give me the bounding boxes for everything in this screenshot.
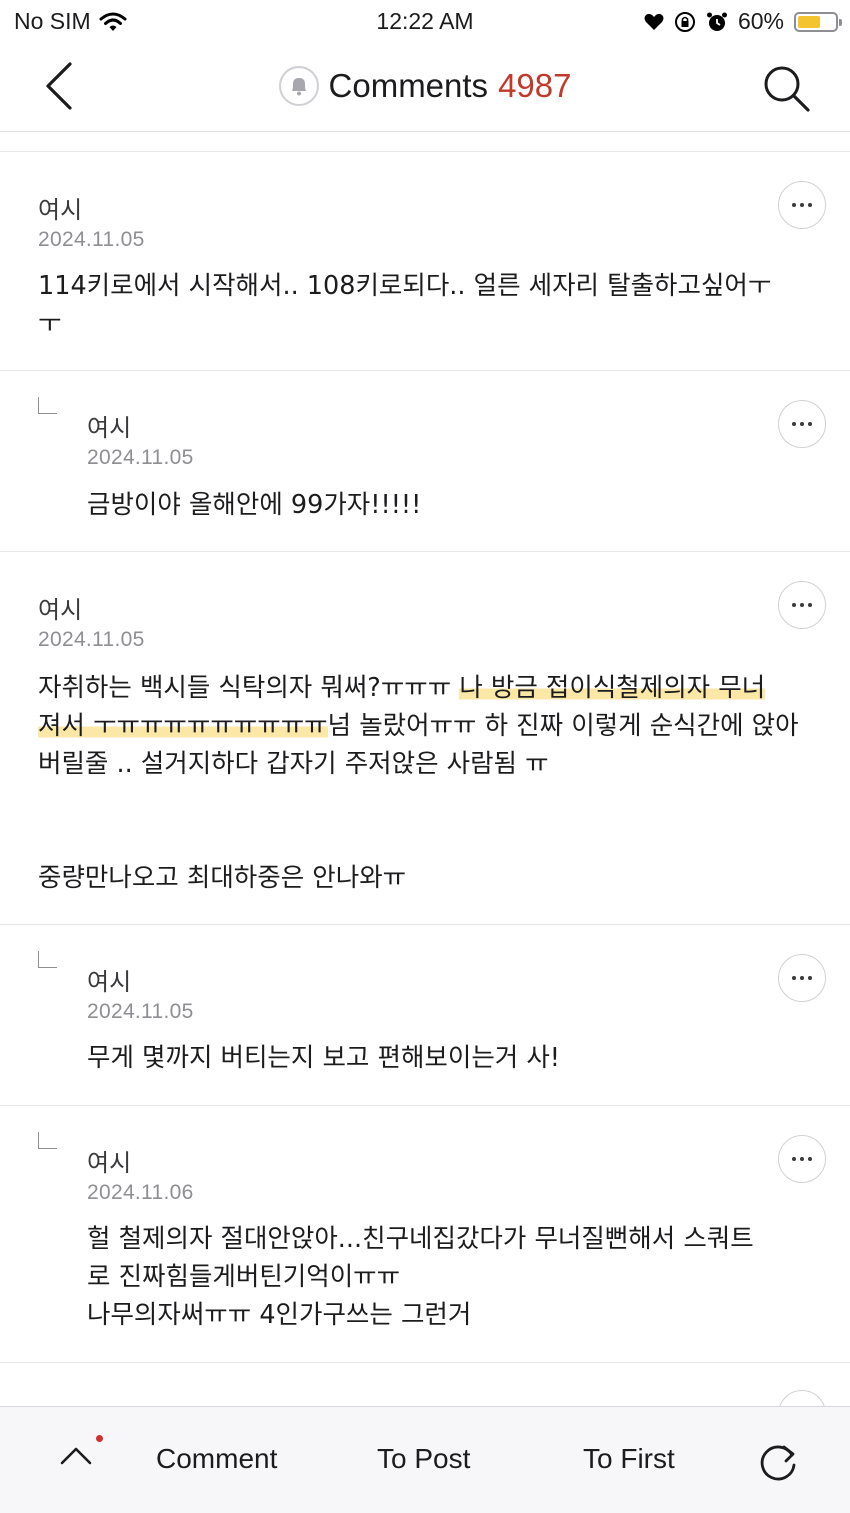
comment-author: 여시: [87, 1149, 132, 1177]
reply-item: 여시 2024.11.05 금방이야 올해안에 99가자!!!!!: [0, 371, 850, 552]
comment-item: 여시 2024.11.05 114키로에서 시작해서.. 108키로되다.. 얼…: [0, 152, 850, 371]
alarm-icon: [706, 12, 727, 31]
comment-author: 여시: [87, 968, 132, 996]
highlighted-text: 나 방금 접이식철제의자 무너: [459, 673, 766, 703]
comment-date: 2024.11.05: [38, 228, 145, 251]
more-options-button[interactable]: [778, 400, 826, 448]
reply-arrow-icon: [38, 1132, 57, 1149]
nav-bar: Comments 4987: [0, 44, 850, 132]
more-options-button[interactable]: [778, 581, 826, 629]
refresh-icon[interactable]: [756, 1439, 800, 1483]
search-icon[interactable]: [760, 62, 812, 114]
more-options-button[interactable]: [778, 1135, 826, 1183]
notification-dot: [96, 1435, 103, 1442]
battery-icon: [794, 11, 842, 32]
more-options-button[interactable]: [778, 954, 826, 1002]
to-first-button[interactable]: To First: [583, 1443, 675, 1475]
more-icon: [792, 203, 812, 207]
reply-item: 여시 2024.11.06 헐 철제의자 절대안앉아...친구네집갔다가 무너질…: [0, 1106, 850, 1363]
comment-text: 자취하는 백시들 식탁의자 뭐써?ㅠㅠㅠ 나 방금 접이식철제의자 무너 져서 …: [38, 669, 828, 897]
more-icon: [792, 422, 812, 426]
reply-arrow-icon: [38, 397, 57, 414]
comment-date: 2024.11.05: [87, 1000, 194, 1023]
reply-item: 여시 2024.11.05 무게 몇까지 버티는지 보고 편해보이는거 사!: [0, 925, 850, 1106]
comment-date: 2024.11.05: [87, 446, 194, 469]
status-bar: No SIM 12:22 AM 60%: [0, 0, 850, 44]
more-options-button[interactable]: [778, 181, 826, 229]
comment-text: 무게 몇까지 버티는지 보고 편해보이는거 사!: [87, 1043, 561, 1073]
page-title: Comments 4987: [0, 66, 850, 106]
comment-date: 2024.11.05: [38, 628, 145, 651]
comment-button[interactable]: Comment: [156, 1443, 277, 1475]
comment-text: 금방이야 올해안에 99가자!!!!!: [87, 490, 422, 520]
more-icon: [792, 603, 812, 607]
comment-item: 여시 2024.11.05 자취하는 백시들 식탁의자 뭐써?ㅠㅠㅠ 나 방금 …: [0, 552, 850, 925]
comment-author: 여시: [87, 414, 132, 442]
reply-arrow-icon: [38, 951, 57, 968]
comment-date: 2024.11.06: [87, 1181, 194, 1204]
comment-author: 여시: [38, 596, 83, 624]
bell-icon[interactable]: [278, 66, 319, 106]
comment-author: 여시: [38, 196, 83, 224]
comment-text-part: 자취하는 백시들 식탁의자 뭐써?ㅠㅠㅠ: [38, 673, 460, 703]
more-icon: [792, 1157, 812, 1161]
comment-count: 4987: [498, 67, 572, 104]
title-label: Comments: [328, 67, 489, 104]
battery-level: [798, 15, 820, 28]
to-post-button[interactable]: To Post: [377, 1443, 470, 1475]
battery-percent: 60%: [737, 8, 784, 34]
heart-icon: [644, 13, 664, 30]
lock-rotation-icon: [674, 11, 695, 32]
bottom-toolbar: Comment To Post To First: [0, 1406, 850, 1513]
chevron-up-icon[interactable]: [56, 1435, 96, 1475]
comment-text: 헐 철제의자 절대안앉아...친구네집갔다가 무너질뻔해서 스쿼트 로 진짜힘들…: [87, 1224, 754, 1330]
highlighted-text: 져서 ㅜㅠㅠㅠㅠㅠㅠㅠㅠㅠ: [38, 711, 328, 741]
comment-text: 114키로에서 시작해서.. 108키로되다.. 얼른 세자리 탈출하고싶어ㅜ …: [38, 271, 772, 339]
more-icon: [792, 976, 812, 980]
